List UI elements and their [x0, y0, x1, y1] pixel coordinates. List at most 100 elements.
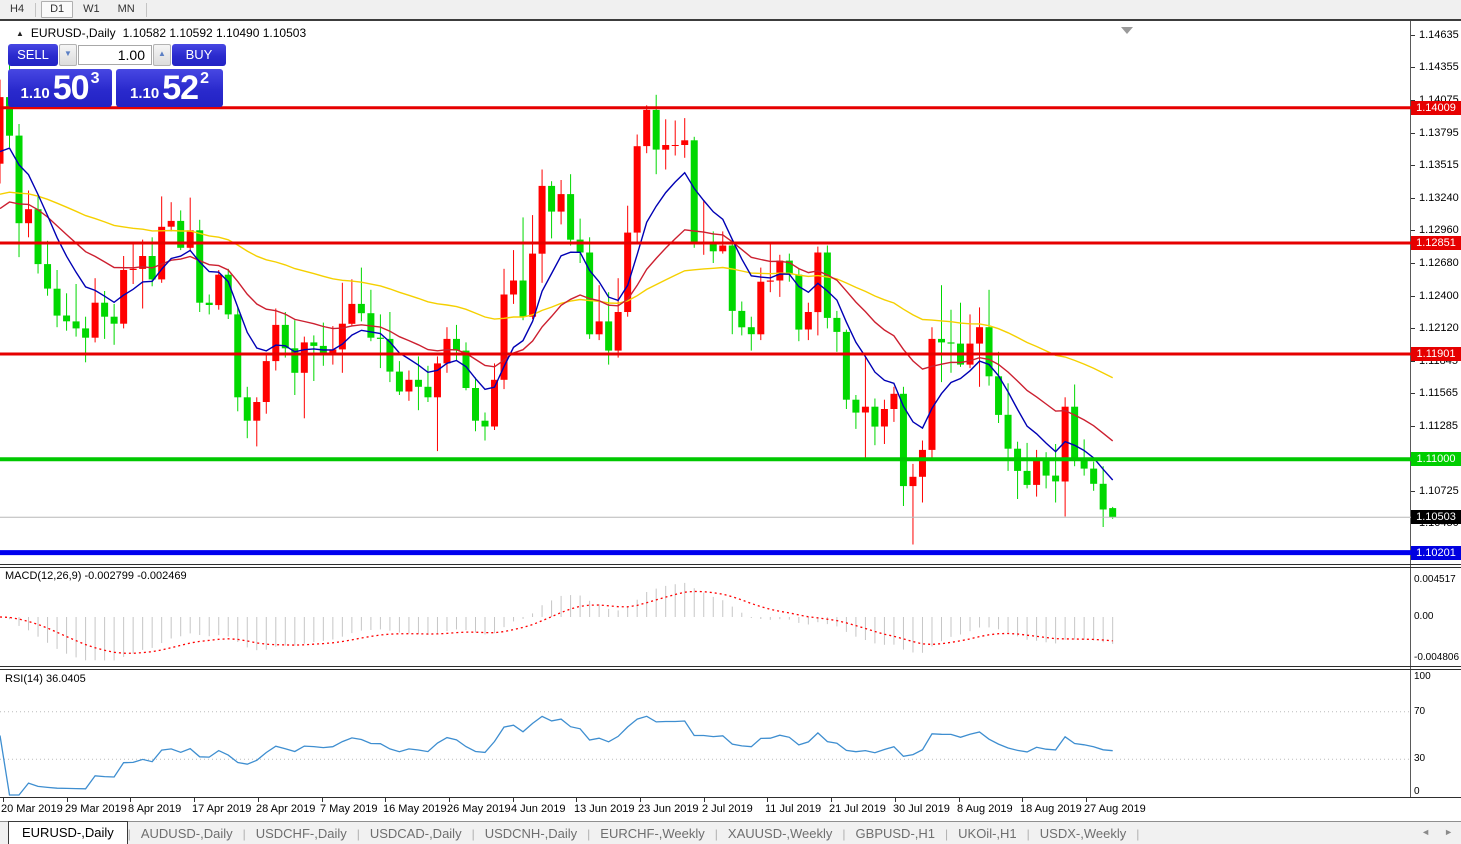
date-label: 23 Jun 2019 [638, 803, 699, 815]
date-tick-mark [3, 798, 4, 802]
buy-button[interactable]: BUY [172, 44, 226, 66]
date-label: 27 Aug 2019 [1084, 803, 1146, 815]
price-badge-1-11901: 1.11901 [1411, 347, 1461, 361]
price-tick-label: 1.12120 [1419, 322, 1461, 334]
price-badge-1-14009: 1.14009 [1411, 101, 1461, 115]
price-tick-label: 1.14355 [1419, 61, 1461, 73]
price-tick-mark [1411, 35, 1415, 36]
price-tick-label: 1.12400 [1419, 290, 1461, 302]
rsi-axis-label: 100 [1414, 671, 1460, 682]
date-label: 28 Apr 2019 [256, 803, 315, 815]
sell-price-button[interactable]: 1.10 50 3 [8, 69, 112, 107]
volume-decrease-button[interactable]: ▼ [59, 44, 77, 66]
chart-shift-marker-icon[interactable] [1121, 27, 1133, 34]
date-label: 11 Jul 2019 [765, 803, 821, 815]
timeframe-tab-mn[interactable]: MN [110, 2, 143, 17]
date-tick-mark [322, 798, 323, 802]
pane-separator[interactable] [0, 564, 1461, 565]
buy-price-pip: 2 [200, 70, 209, 88]
date-tick-mark [640, 798, 641, 802]
chart-tab-eurusd-daily[interactable]: EURUSD-,Daily [8, 821, 128, 844]
date-tick-mark [704, 798, 705, 802]
date-label: 30 Jul 2019 [893, 803, 950, 815]
price-tick-mark [1411, 263, 1415, 264]
scroll-right-icon[interactable]: ► [1444, 827, 1453, 837]
buy-price-prefix: 1.10 [130, 85, 159, 102]
date-label: 7 May 2019 [320, 803, 377, 815]
price-tick-mark [1411, 198, 1415, 199]
chart-tab-audusd-daily[interactable]: AUDUSD-,Daily [131, 823, 243, 844]
date-tick-mark [1022, 798, 1023, 802]
date-label: 13 Jun 2019 [574, 803, 635, 815]
price-badge-1-11000: 1.11000 [1411, 452, 1461, 466]
buy-price-big: 52 [162, 69, 198, 108]
price-tick-label: 1.13795 [1419, 127, 1461, 139]
price-badge-1-12851: 1.12851 [1411, 236, 1461, 250]
date-label: 18 Aug 2019 [1020, 803, 1082, 815]
macd-indicator-canvas[interactable] [0, 568, 1411, 665]
price-tick-mark [1411, 133, 1415, 134]
chevron-down-icon: ▼ [64, 49, 72, 58]
date-label: 20 Mar 2019 [1, 803, 63, 815]
rsi-axis-label: 0 [1414, 786, 1460, 797]
price-tick-mark [1411, 491, 1415, 492]
macd-axis-label: 0.00 [1414, 611, 1460, 622]
price-tick-mark [1411, 165, 1415, 166]
price-tick-mark [1411, 230, 1415, 231]
sell-button[interactable]: SELL [8, 44, 58, 66]
timeframe-toolbar: H4 D1W1MN [0, 0, 1461, 19]
price-tick-label: 1.10725 [1419, 485, 1461, 497]
toolbar-separator [35, 3, 36, 17]
chart-tab-usdx-weekly[interactable]: USDX-,Weekly [1030, 823, 1136, 844]
price-tick-label: 1.12960 [1419, 224, 1461, 236]
price-tick-mark [1411, 328, 1415, 329]
chart-tab-usdcad-daily[interactable]: USDCAD-,Daily [360, 823, 472, 844]
price-tick-mark [1411, 393, 1415, 394]
price-badge-1-10503: 1.10503 [1411, 510, 1461, 524]
date-label: 29 Mar 2019 [65, 803, 127, 815]
rsi-axis-label: 30 [1414, 753, 1460, 764]
timeframe-tab-d1[interactable]: D1 [41, 1, 73, 18]
timeframe-tab-w1[interactable]: W1 [75, 2, 108, 17]
date-tick-mark [513, 798, 514, 802]
date-tick-mark [831, 798, 832, 802]
scroll-left-icon[interactable]: ◄ [1421, 827, 1430, 837]
date-tick-mark [194, 798, 195, 802]
tab-scroll-controls: ◄ ► [1421, 827, 1453, 837]
trade-panel-prices: 1.10 50 3 1.10 52 2 [8, 69, 226, 107]
volume-input[interactable] [78, 45, 152, 65]
date-label: 21 Jul 2019 [829, 803, 886, 815]
pane-separator[interactable] [0, 666, 1461, 667]
price-tick-label: 1.12680 [1419, 257, 1461, 269]
tab-divider: | [1136, 827, 1139, 844]
price-tick-mark [1411, 296, 1415, 297]
chart-tab-usdchf-daily[interactable]: USDCHF-,Daily [246, 823, 357, 844]
date-tick-mark [449, 798, 450, 802]
price-tick-label: 1.11285 [1419, 420, 1461, 432]
rsi-axis-label: 70 [1414, 706, 1460, 717]
chart-tab-ukoil-h1[interactable]: UKOil-,H1 [948, 823, 1027, 844]
chart-tab-eurchf-weekly[interactable]: EURCHF-,Weekly [590, 823, 715, 844]
rsi-indicator-canvas[interactable] [0, 670, 1411, 797]
buy-price-button[interactable]: 1.10 52 2 [116, 69, 223, 107]
price-tick-label: 1.13515 [1419, 159, 1461, 171]
chart-tab-gbpusd-h1[interactable]: GBPUSD-,H1 [846, 823, 945, 844]
date-tick-mark [1086, 798, 1087, 802]
date-tick-mark [959, 798, 960, 802]
date-label: 16 May 2019 [383, 803, 447, 815]
terminal-window: H4D1W1MN ▲ EURUSD-,Daily 1.10582 1.10592… [0, 0, 1461, 844]
macd-label: MACD(12,26,9) -0.002799 -0.002469 [5, 570, 187, 582]
toolbar-separator [146, 3, 147, 17]
rsi-label: RSI(14) 36.0405 [5, 673, 86, 685]
volume-increase-button[interactable]: ▲ [153, 44, 171, 66]
sell-price-pip: 3 [91, 70, 100, 88]
date-label: 26 May 2019 [447, 803, 511, 815]
date-tick-mark [258, 798, 259, 802]
chart-tab-xauusd-weekly[interactable]: XAUUSD-,Weekly [718, 823, 843, 844]
timeframe-tab-h4[interactable]: H4 [2, 2, 32, 17]
price-tick-label: 1.11565 [1419, 387, 1461, 399]
date-label: 2 Jul 2019 [702, 803, 753, 815]
price-tick-label: 1.14635 [1419, 29, 1461, 41]
chart-tab-usdcnh-daily[interactable]: USDCNH-,Daily [475, 823, 587, 844]
macd-axis-label: 0.004517 [1414, 574, 1460, 585]
